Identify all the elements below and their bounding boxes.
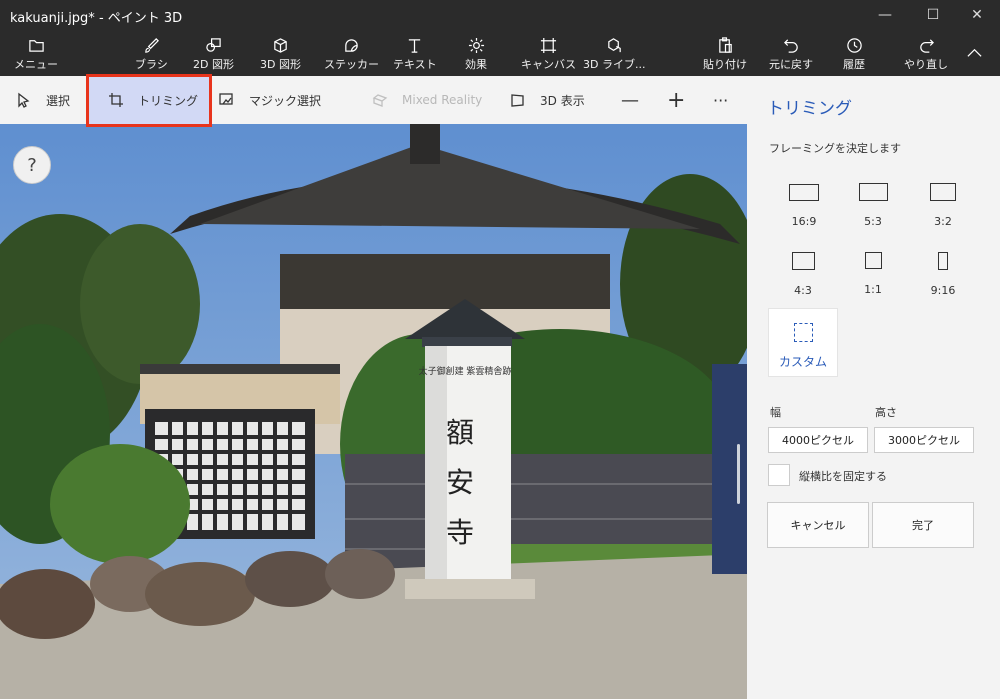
- ratio-5-3-icon: [858, 183, 888, 201]
- crop-button[interactable]: トリミング: [89, 76, 209, 124]
- magic-select-icon: [219, 93, 233, 105]
- maximize-button[interactable]: ☐: [910, 0, 956, 30]
- undo-button[interactable]: 元に戻す: [769, 30, 813, 76]
- effects-button[interactable]: 効果: [465, 30, 487, 76]
- pillar-char-2: 安: [446, 466, 474, 499]
- ratio-4-3-icon: [791, 252, 815, 270]
- crop-icon: [109, 93, 123, 107]
- panel-subtitle: フレーミングを決定します: [769, 142, 901, 155]
- title-bar: kakuanji.jpg* - ペイント 3D — ☐ ✕: [0, 0, 1000, 30]
- close-button[interactable]: ✕: [954, 0, 1000, 30]
- window-title: kakuanji.jpg* - ペイント 3D: [10, 11, 183, 26]
- 2d-shape-icon: [205, 35, 222, 55]
- clipboard-icon: [717, 35, 734, 55]
- ratio-5-3[interactable]: 5:3: [843, 183, 903, 228]
- ratio-3-2-icon: [930, 183, 956, 201]
- redo-button[interactable]: やり直し: [904, 30, 948, 76]
- text-icon: [406, 35, 423, 55]
- crop-side-panel: トリミング フレーミングを決定します 16:9 5:3 3:2 4:3 1:1 …: [747, 76, 1000, 699]
- width-input[interactable]: 4000ピクセル: [768, 427, 868, 453]
- cursor-arrow-icon: [18, 92, 30, 108]
- ratio-9-16-icon: [938, 252, 948, 270]
- cube-icon: [272, 35, 289, 55]
- paste-button[interactable]: 貼り付け: [703, 30, 747, 76]
- history-button[interactable]: 履歴: [843, 30, 865, 76]
- undo-icon: [783, 35, 800, 55]
- done-button[interactable]: 完了: [872, 502, 974, 548]
- tool-options-bar: 選択 トリミング マジック選択 Mixed Reality 3D 表示 — + …: [0, 76, 747, 124]
- zoom-out-button[interactable]: —: [621, 76, 639, 124]
- canvas-icon: [540, 35, 557, 55]
- stickers-button[interactable]: ステッカー: [324, 30, 379, 76]
- lock-aspect-checkbox[interactable]: [768, 464, 790, 486]
- minimize-button[interactable]: —: [862, 0, 908, 30]
- width-label: 幅: [770, 406, 781, 419]
- redo-icon: [918, 35, 935, 55]
- brushes-button[interactable]: ブラシ: [135, 30, 168, 76]
- more-options-button[interactable]: ···: [713, 76, 728, 124]
- ratio-1-1-icon: [864, 252, 882, 269]
- collapse-ribbon-button[interactable]: [966, 30, 983, 76]
- brush-icon: [143, 35, 160, 55]
- height-label: 高さ: [875, 406, 897, 419]
- ratio-custom[interactable]: カスタム: [768, 308, 838, 377]
- select-button[interactable]: 選択: [16, 76, 70, 124]
- ratio-4-3[interactable]: 4:3: [773, 252, 833, 297]
- canvas-button[interactable]: キャンバス: [521, 30, 576, 76]
- text-button[interactable]: テキスト: [393, 30, 437, 76]
- 3d-view-icon: [511, 94, 524, 107]
- ratio-16-9[interactable]: 16:9: [774, 183, 834, 228]
- chevron-up-icon: [966, 43, 983, 63]
- lock-aspect-label: 縦横比を固定する: [799, 470, 887, 483]
- temple-photo: 太子御創建 紫雲精舎跡 額 安 寺: [0, 124, 747, 699]
- 2d-shapes-button[interactable]: 2D 図形: [193, 30, 234, 76]
- folder-icon: [28, 35, 45, 55]
- help-button[interactable]: ?: [13, 146, 51, 184]
- 3d-library-button[interactable]: 3D ライブ...: [583, 30, 645, 76]
- menu-button[interactable]: メニュー: [14, 30, 58, 76]
- 3d-shapes-button[interactable]: 3D 図形: [260, 30, 301, 76]
- zoom-in-button[interactable]: +: [667, 76, 685, 124]
- 3d-library-icon: [606, 35, 623, 55]
- sticker-icon: [343, 35, 360, 55]
- sun-icon: [468, 35, 485, 55]
- ratio-3-2[interactable]: 3:2: [913, 183, 973, 228]
- panel-title: トリミング: [767, 99, 852, 119]
- drawing-canvas[interactable]: 太子御創建 紫雲精舎跡 額 安 寺: [0, 124, 747, 699]
- ratio-1-1[interactable]: 1:1: [843, 252, 903, 296]
- history-icon: [846, 35, 863, 55]
- height-input[interactable]: 3000ピクセル: [874, 427, 974, 453]
- mixed-reality-icon: [372, 94, 388, 107]
- ratio-9-16[interactable]: 9:16: [913, 252, 973, 297]
- pillar-small-text: 太子御創建 紫雲精舎跡: [419, 365, 512, 377]
- pillar-char-3: 寺: [446, 516, 474, 549]
- magic-select-button[interactable]: マジック選択: [219, 76, 321, 124]
- vertical-scrollbar[interactable]: [737, 444, 740, 504]
- custom-crop-icon: [793, 323, 813, 342]
- mixed-reality-button[interactable]: Mixed Reality: [372, 76, 482, 124]
- ratio-16-9-icon: [789, 184, 819, 201]
- cancel-button[interactable]: キャンセル: [767, 502, 869, 548]
- 3d-view-button[interactable]: 3D 表示: [510, 76, 585, 124]
- pillar-char-1: 額: [446, 416, 474, 449]
- main-ribbon: メニュー ブラシ 2D 図形 3D 図形 ステッカー テキスト 効果 キャンバス…: [0, 30, 1000, 76]
